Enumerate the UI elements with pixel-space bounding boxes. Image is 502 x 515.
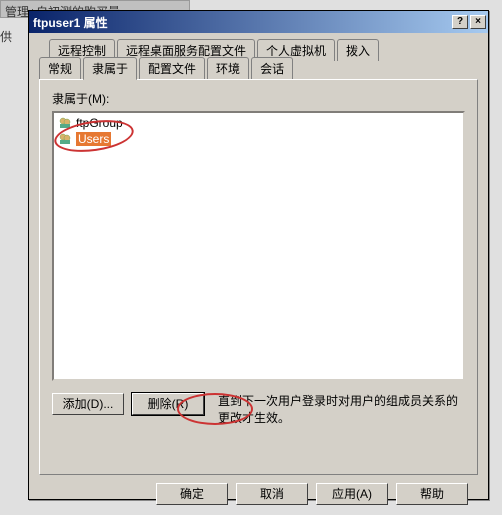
apply-button[interactable]: 应用(A) bbox=[316, 483, 388, 505]
cancel-button[interactable]: 取消 bbox=[236, 483, 308, 505]
tab-member-of[interactable]: 隶属于 bbox=[83, 57, 137, 80]
group-listbox[interactable]: ftpGroup Users bbox=[52, 111, 465, 381]
tab-dialin[interactable]: 拨入 bbox=[337, 39, 379, 61]
titlebar[interactable]: ftpuser1 属性 ? × bbox=[29, 11, 488, 33]
group-icon bbox=[58, 132, 72, 146]
tab-strip: 远程控制 远程桌面服务配置文件 个人虚拟机 拨入 常规 隶属于 配置文件 环境 … bbox=[39, 39, 478, 79]
window-title: ftpuser1 属性 bbox=[33, 14, 108, 31]
add-button[interactable]: 添加(D)... bbox=[52, 393, 124, 415]
list-item-label: ftpGroup bbox=[76, 116, 123, 130]
remove-button[interactable]: 删除(R) bbox=[132, 393, 204, 415]
group-icon bbox=[58, 116, 72, 130]
tab-environment[interactable]: 环境 bbox=[207, 57, 249, 79]
list-item[interactable]: ftpGroup bbox=[56, 115, 461, 131]
list-item-label: Users bbox=[76, 132, 111, 146]
membership-note: 直到下一次用户登录时对用户的组成员关系的更改才生效。 bbox=[212, 393, 465, 427]
member-of-label: 隶属于(M): bbox=[52, 90, 465, 107]
dialog-footer: 确定 取消 应用(A) 帮助 bbox=[39, 475, 478, 505]
help-button-footer[interactable]: 帮助 bbox=[396, 483, 468, 505]
close-button[interactable]: × bbox=[470, 15, 486, 29]
ok-button[interactable]: 确定 bbox=[156, 483, 228, 505]
background-label: 供 bbox=[0, 28, 12, 45]
help-button[interactable]: ? bbox=[452, 15, 468, 29]
tab-general[interactable]: 常规 bbox=[39, 57, 81, 79]
tab-sessions[interactable]: 会话 bbox=[251, 57, 293, 79]
properties-dialog: ftpuser1 属性 ? × 远程控制 远程桌面服务配置文件 个人虚拟机 拨入… bbox=[28, 10, 489, 500]
member-of-panel: 隶属于(M): ftpGroup Users 添加(D)... 删除(R bbox=[39, 79, 478, 475]
list-item[interactable]: Users bbox=[56, 131, 461, 147]
tab-profile[interactable]: 配置文件 bbox=[139, 57, 205, 79]
